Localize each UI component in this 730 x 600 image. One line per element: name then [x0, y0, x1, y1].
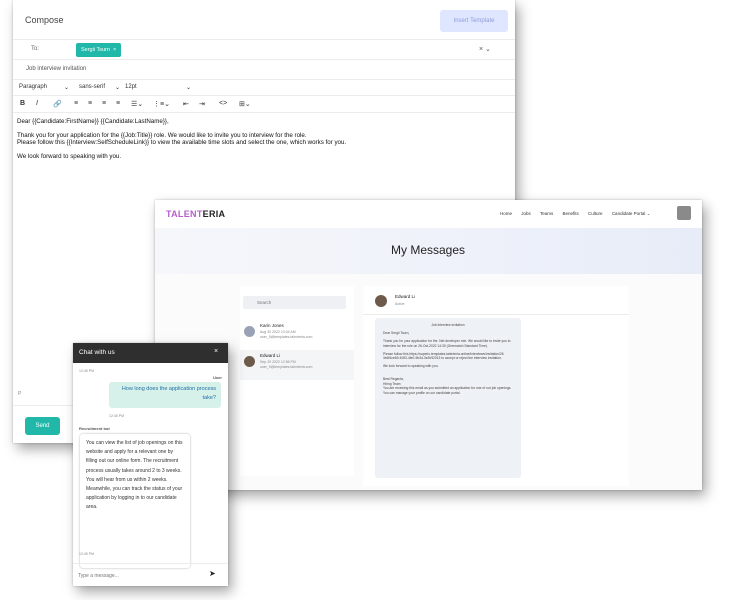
- align-right-icon[interactable]: ≡: [102, 100, 106, 107]
- page-hero: My Messages: [155, 228, 702, 274]
- chat-message-input[interactable]: [78, 571, 198, 581]
- bullet-list-icon[interactable]: ☰⌄: [131, 100, 143, 108]
- compose-header: Compose Insert Template: [13, 0, 515, 40]
- align-left-icon[interactable]: ≡: [74, 100, 78, 107]
- message-timestamp: 12:45 PM: [79, 369, 94, 373]
- message-bubble: Job interview invitation Dear Sergii Tsu…: [375, 318, 521, 478]
- font-size-select[interactable]: 12pt: [125, 84, 137, 90]
- thread-contact-name: Edward Li: [395, 294, 416, 299]
- editor-toolbar: B I 🔗 ≡ ≡ ≡ ≡ ☰⌄ ⋮≡⌄ ⇤ ⇥ <> ⊞⌄: [13, 96, 515, 113]
- message-thread: Edward Li Active Job interview invitatio…: [363, 286, 629, 486]
- contact-name: Karin Jones: [260, 323, 284, 328]
- chat-input-row: ➤: [73, 563, 228, 585]
- nav-benefits[interactable]: Benefits: [563, 211, 579, 216]
- thread-avatar: [375, 295, 387, 307]
- user-message: How long does the application process ta…: [109, 382, 221, 408]
- send-icon[interactable]: ➤: [209, 569, 216, 578]
- italic-button[interactable]: I: [36, 100, 38, 107]
- nav-culture[interactable]: Culture: [588, 211, 603, 216]
- bot-message: You can view the list of job openings on…: [80, 434, 190, 568]
- remove-recipient-icon[interactable]: ×: [113, 47, 116, 53]
- message-greeting: Dear Sergii Tsurn,: [383, 331, 410, 336]
- to-row: To: Sergii Tsurn × × ⌄: [13, 40, 515, 60]
- message-paragraph: Thank you for your application for the .…: [383, 339, 511, 348]
- link-icon[interactable]: 🔗: [53, 100, 62, 108]
- nav-home[interactable]: Home: [500, 211, 512, 216]
- align-center-icon[interactable]: ≡: [88, 100, 92, 107]
- to-label: To:: [31, 46, 40, 52]
- chat-title: Chat with us: [79, 349, 115, 356]
- message-timestamp: 12:45 PM: [79, 552, 94, 556]
- messages-window: TALENTERIA Home Jobs Teams Benefits Cult…: [155, 200, 702, 490]
- font-family-select[interactable]: sans-serif: [79, 84, 105, 90]
- user-label: User: [213, 375, 222, 380]
- justify-icon[interactable]: ≡: [116, 100, 120, 107]
- font-family-chevron-icon[interactable]: ⌄: [115, 84, 120, 91]
- chat-header: Chat with us ×: [73, 343, 228, 363]
- bot-label: Recruitment bot: [79, 426, 110, 431]
- message-footer: You are receiving this email as you subm…: [383, 386, 512, 395]
- subject-text: Job interview invitation: [26, 66, 87, 72]
- message-subject: Job interview invitation: [431, 323, 465, 327]
- format-bar: Paragraph ⌄ sans-serif ⌄ 12pt ⌄: [13, 80, 515, 96]
- nav-candidate-portal[interactable]: Candidate Portal ⌄: [612, 211, 651, 216]
- conversation-list: ⌕ Karin Jones Aug 30 2022 10:04 AM user_…: [240, 286, 354, 476]
- body-line-3: We look forward to speaking with you.: [17, 152, 122, 160]
- chat-body: 12:45 PM User How long does the applicat…: [73, 363, 228, 568]
- subject-field[interactable]: Job interview invitation: [13, 60, 515, 80]
- contact-name: Edward Li: [260, 353, 281, 358]
- editor-path: P: [18, 391, 22, 397]
- body-line-2: Please follow this {{Interview:SelfSched…: [17, 139, 347, 146]
- block-format-select[interactable]: Paragraph: [19, 84, 47, 90]
- nav-jobs[interactable]: Jobs: [521, 211, 531, 216]
- contact-email: user_9@templates.talenteria.com: [260, 365, 313, 369]
- close-icon[interactable]: ×: [214, 348, 218, 355]
- user-avatar[interactable]: [677, 206, 691, 220]
- recipient-dropdown-controls[interactable]: × ⌄: [479, 45, 491, 53]
- body-line-1: Thank you for your application for the {…: [17, 131, 307, 139]
- contact-date: Aug 30 2022 10:04 AM: [260, 330, 296, 334]
- numbered-list-icon[interactable]: ⋮≡⌄: [153, 100, 170, 108]
- messages-main: ⌕ Karin Jones Aug 30 2022 10:04 AM user_…: [155, 274, 702, 490]
- send-button[interactable]: Send: [25, 417, 60, 435]
- outdent-icon[interactable]: ⇤: [183, 100, 189, 108]
- nav-links: Home Jobs Teams Benefits Culture Candida…: [500, 211, 658, 217]
- page-title: My Messages: [391, 243, 466, 257]
- thread-divider: [363, 314, 629, 315]
- contact-email: user_5@templates.talenteria.com: [260, 335, 313, 339]
- recipient-name: Sergii Tsurn: [81, 47, 110, 53]
- message-paragraph: Please follow this https://superio.templ…: [383, 351, 504, 361]
- nav-teams[interactable]: Teams: [540, 211, 553, 216]
- contact-date: Sep 29 2022 12:56 PM: [260, 360, 296, 364]
- contact-avatar: [244, 356, 255, 367]
- compose-title: Compose: [25, 15, 64, 25]
- body-greeting: Dear {{Candidate:FirstName}} {{Candidate…: [17, 118, 169, 125]
- conversation-item[interactable]: Karin Jones Aug 30 2022 10:04 AM user_5@…: [240, 320, 354, 350]
- conversation-item[interactable]: Edward Li Sep 29 2022 12:56 PM user_9@te…: [240, 350, 354, 380]
- search-input[interactable]: [243, 296, 346, 309]
- message-paragraph: We look forward to speaking with you.: [383, 363, 439, 368]
- bold-button[interactable]: B: [20, 100, 25, 107]
- top-navigation: TALENTERIA Home Jobs Teams Benefits Cult…: [155, 200, 702, 228]
- contact-avatar: [244, 326, 255, 337]
- table-icon[interactable]: ⊞⌄: [239, 100, 251, 108]
- font-size-chevron-icon[interactable]: ⌄: [186, 84, 191, 91]
- thread-status: Active: [395, 302, 405, 306]
- editor-body[interactable]: Dear {{Candidate:FirstName}} {{Candidate…: [13, 113, 515, 171]
- insert-template-button[interactable]: Insert Template: [440, 10, 508, 32]
- message-timestamp: 12:45 PM: [109, 414, 124, 418]
- chat-widget: Chat with us × 12:45 PM User How long do…: [73, 343, 228, 586]
- talenteria-logo[interactable]: TALENTERIA: [166, 209, 225, 219]
- indent-icon[interactable]: ⇥: [199, 100, 205, 108]
- recipient-chip[interactable]: Sergii Tsurn ×: [76, 43, 122, 57]
- block-format-chevron-icon[interactable]: ⌄: [64, 84, 69, 91]
- code-icon[interactable]: <>: [219, 100, 227, 107]
